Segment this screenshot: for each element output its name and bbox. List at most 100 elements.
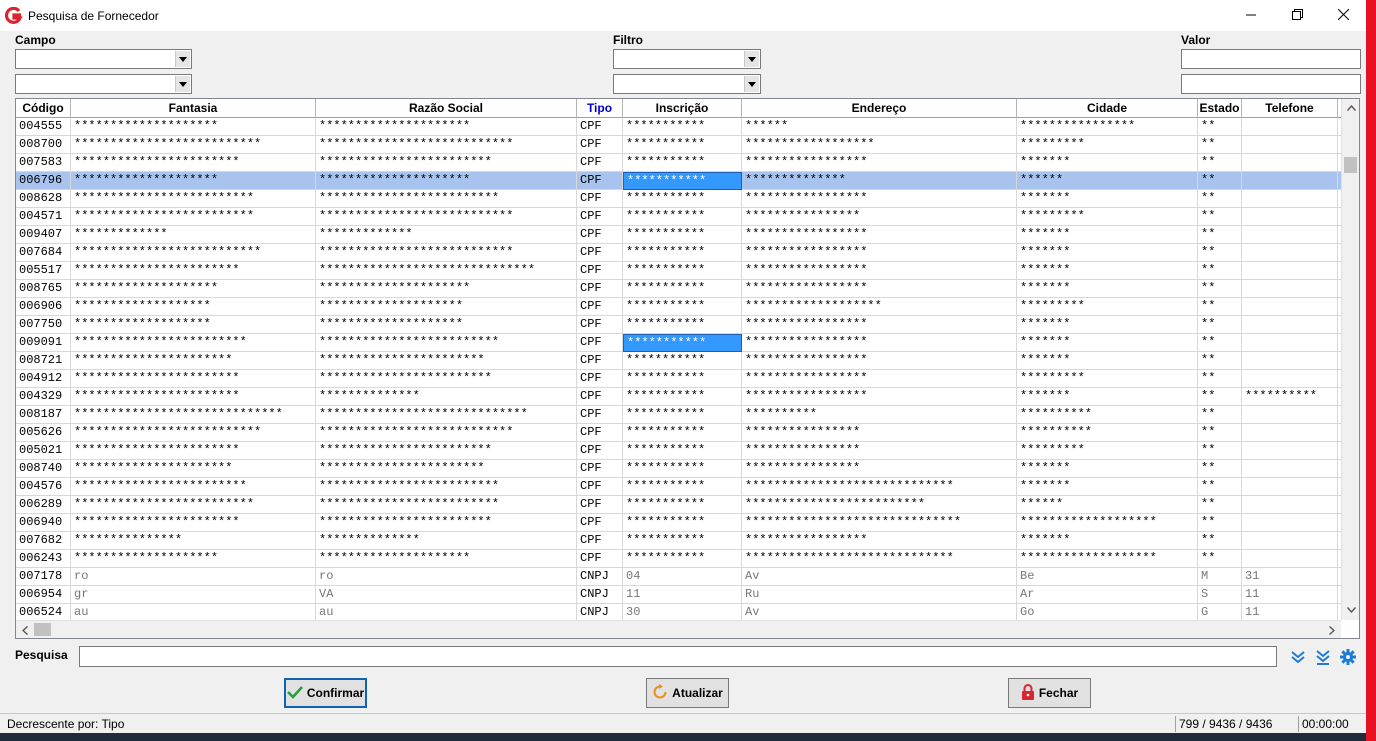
cell-telefone[interactable]: [1242, 208, 1338, 226]
cell-telefone[interactable]: [1242, 244, 1338, 262]
cell-tipo[interactable]: CNPJ: [577, 604, 623, 620]
cell-razao-social[interactable]: ************************: [316, 154, 577, 172]
cell-telefone[interactable]: [1242, 316, 1338, 334]
column-header-estado[interactable]: Estado: [1198, 99, 1242, 118]
grid-body[interactable]: 004555 ******************** **************…: [16, 118, 1341, 620]
cell-cidade[interactable]: *******: [1017, 244, 1198, 262]
vertical-scroll-thumb[interactable]: [1344, 157, 1357, 173]
table-row[interactable]: 004329 *********************** ***********…: [16, 388, 1341, 406]
cell-razao-social[interactable]: *************************: [316, 334, 577, 352]
cell-razao-social[interactable]: *************: [316, 226, 577, 244]
cell-telefone[interactable]: [1242, 424, 1338, 442]
cell-tipo[interactable]: CPF: [577, 208, 623, 226]
cell-inscricao[interactable]: ***********: [623, 118, 742, 136]
cell-codigo[interactable]: 009091: [16, 334, 71, 352]
cell-fantasia[interactable]: gr: [71, 586, 316, 604]
cell-estado[interactable]: **: [1198, 172, 1242, 190]
confirm-button[interactable]: Confirmar: [284, 678, 367, 708]
cell-cidade[interactable]: Be: [1017, 568, 1198, 586]
horizontal-scroll-thumb[interactable]: [34, 623, 51, 636]
cell-inscricao[interactable]: ***********: [623, 406, 742, 424]
cell-tipo[interactable]: CPF: [577, 154, 623, 172]
cell-endereco[interactable]: Av: [742, 568, 1017, 586]
cell-codigo[interactable]: 007682: [16, 532, 71, 550]
cell-cidade[interactable]: *********: [1017, 136, 1198, 154]
cell-cidade[interactable]: *********: [1017, 442, 1198, 460]
cell-codigo[interactable]: 008628: [16, 190, 71, 208]
cell-inscricao[interactable]: ***********: [623, 424, 742, 442]
cell-endereco[interactable]: *****************: [742, 388, 1017, 406]
cell-estado[interactable]: M: [1198, 568, 1242, 586]
cell-telefone[interactable]: **********: [1242, 388, 1338, 406]
cell-inscricao[interactable]: ***********: [623, 478, 742, 496]
cell-inscricao[interactable]: ***********: [623, 280, 742, 298]
cell-tipo[interactable]: CPF: [577, 424, 623, 442]
cell-fantasia[interactable]: ********************: [71, 118, 316, 136]
cell-cidade[interactable]: Go: [1017, 604, 1198, 620]
cell-tipo[interactable]: CPF: [577, 172, 623, 190]
cell-telefone[interactable]: [1242, 262, 1338, 280]
cell-estado[interactable]: **: [1198, 388, 1242, 406]
cell-codigo[interactable]: 006796: [16, 172, 71, 190]
cell-razao-social[interactable]: ***************************: [316, 208, 577, 226]
cell-inscricao[interactable]: ***********: [623, 370, 742, 388]
column-header-inscricao[interactable]: Inscrição: [623, 99, 742, 118]
cell-tipo[interactable]: CPF: [577, 298, 623, 316]
fornecedor-grid[interactable]: Código Fantasia Razão Social Tipo Inscrição E…: [15, 98, 1360, 639]
table-row[interactable]: 006954 gr VA CNPJ 11 Ru Ar S 11: [16, 586, 1341, 604]
cell-codigo[interactable]: 008765: [16, 280, 71, 298]
cell-endereco[interactable]: ******************************: [742, 514, 1017, 532]
cell-fantasia[interactable]: au: [71, 604, 316, 620]
cell-fantasia[interactable]: **************************: [71, 136, 316, 154]
table-row[interactable]: 007583 *********************** ***********…: [16, 154, 1341, 172]
cell-cidade[interactable]: *******: [1017, 280, 1198, 298]
cell-telefone[interactable]: [1242, 190, 1338, 208]
cell-inscricao[interactable]: 11: [623, 586, 742, 604]
cell-razao-social[interactable]: ***********************: [316, 352, 577, 370]
table-row[interactable]: 007178 ro ro CNPJ 04 Av Be M 31: [16, 568, 1341, 586]
close-button[interactable]: Fechar: [1008, 678, 1091, 708]
cell-telefone[interactable]: [1242, 172, 1338, 190]
cell-cidade[interactable]: *******: [1017, 388, 1198, 406]
jump-to-end-icon[interactable]: [1314, 648, 1332, 666]
table-row[interactable]: 005626 ************************** ********…: [16, 424, 1341, 442]
cell-tipo[interactable]: CPF: [577, 406, 623, 424]
cell-endereco[interactable]: **************: [742, 172, 1017, 190]
cell-inscricao[interactable]: ***********: [623, 172, 742, 190]
cell-telefone[interactable]: [1242, 532, 1338, 550]
table-row[interactable]: 004555 ******************** **************…: [16, 118, 1341, 136]
cell-endereco[interactable]: *****************: [742, 352, 1017, 370]
cell-inscricao[interactable]: ***********: [623, 136, 742, 154]
cell-estado[interactable]: **: [1198, 370, 1242, 388]
cell-fantasia[interactable]: ********************: [71, 172, 316, 190]
cell-estado[interactable]: **: [1198, 226, 1242, 244]
cell-telefone[interactable]: [1242, 226, 1338, 244]
cell-estado[interactable]: **: [1198, 136, 1242, 154]
cell-telefone[interactable]: [1242, 118, 1338, 136]
cell-endereco[interactable]: *****************************: [742, 550, 1017, 568]
cell-codigo[interactable]: 004576: [16, 478, 71, 496]
cell-fantasia[interactable]: **************************: [71, 424, 316, 442]
cell-cidade[interactable]: *******: [1017, 154, 1198, 172]
cell-cidade[interactable]: *******: [1017, 316, 1198, 334]
cell-cidade[interactable]: *******************: [1017, 514, 1198, 532]
cell-tipo[interactable]: CPF: [577, 262, 623, 280]
cell-endereco[interactable]: *****************: [742, 280, 1017, 298]
table-row[interactable]: 006524 au au CNPJ 30 Av Go G 11: [16, 604, 1341, 620]
cell-fantasia[interactable]: **********************: [71, 352, 316, 370]
scroll-down-icon[interactable]: [1345, 604, 1357, 616]
cell-razao-social[interactable]: *************************: [316, 478, 577, 496]
cell-endereco[interactable]: *******************: [742, 298, 1017, 316]
cell-endereco[interactable]: *************************: [742, 496, 1017, 514]
cell-telefone[interactable]: 11: [1242, 604, 1338, 620]
cell-estado[interactable]: **: [1198, 442, 1242, 460]
cell-fantasia[interactable]: ************************: [71, 334, 316, 352]
cell-cidade[interactable]: *******: [1017, 352, 1198, 370]
cell-tipo[interactable]: CPF: [577, 136, 623, 154]
cell-razao-social[interactable]: ro: [316, 568, 577, 586]
cell-telefone[interactable]: [1242, 478, 1338, 496]
cell-endereco[interactable]: ****************: [742, 460, 1017, 478]
cell-inscricao[interactable]: 30: [623, 604, 742, 620]
cell-razao-social[interactable]: au: [316, 604, 577, 620]
cell-fantasia[interactable]: ro: [71, 568, 316, 586]
